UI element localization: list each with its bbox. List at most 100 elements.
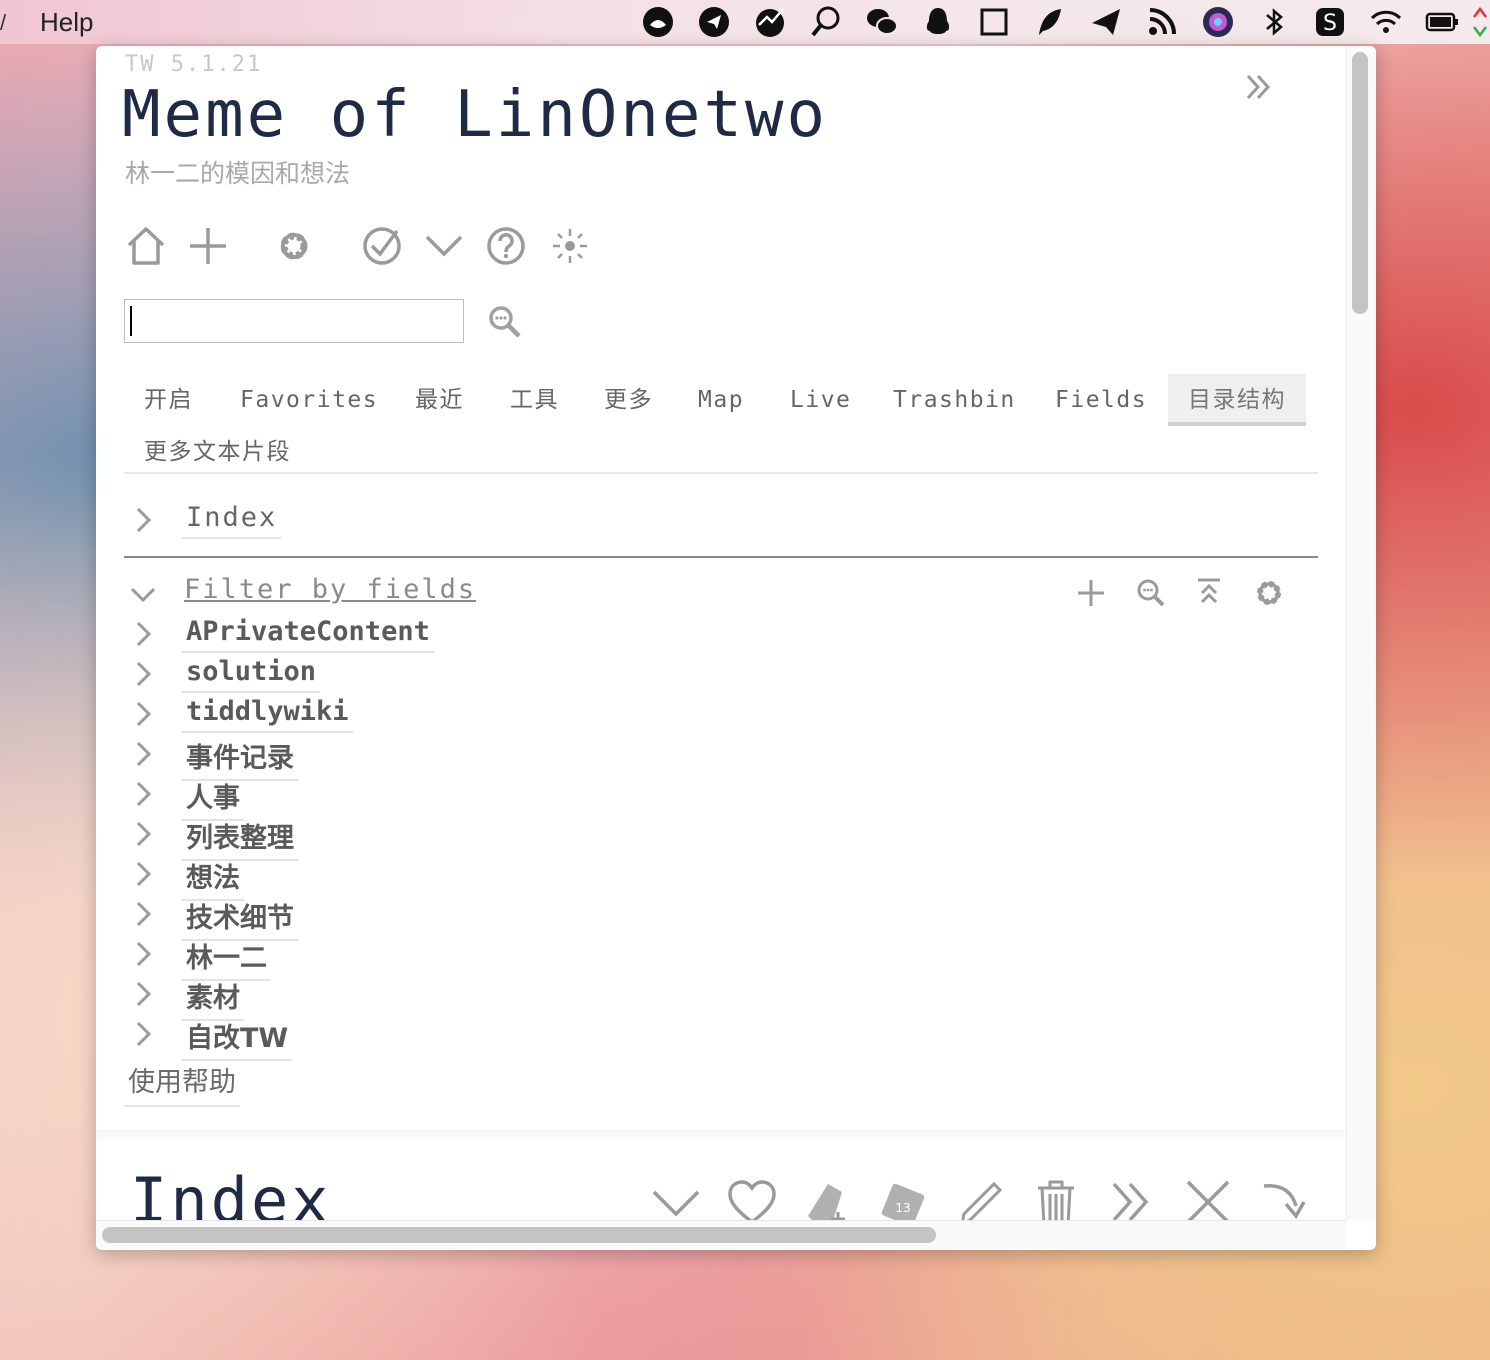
toc-item-row <box>128 814 158 854</box>
app-search-icon[interactable] <box>808 4 844 40</box>
wechat-icon[interactable] <box>864 4 900 40</box>
filter-by-fields-link[interactable]: Filter by fields <box>184 574 476 605</box>
toc-item-row <box>128 934 158 974</box>
chevron-right-icon[interactable] <box>128 659 158 689</box>
collapse-up-icon <box>1198 578 1220 604</box>
chevron-right-icon[interactable] <box>128 939 158 969</box>
tab-more[interactable]: 更多 <box>584 374 673 426</box>
chevron-right-icon[interactable] <box>128 859 158 889</box>
battery-icon[interactable] <box>1424 4 1460 40</box>
tab-table-of-contents[interactable]: 目录结构 <box>1168 374 1306 426</box>
feather-icon[interactable] <box>1032 4 1068 40</box>
tab-open[interactable]: 开启 <box>124 374 213 426</box>
toc-item-link[interactable]: tiddlywiki <box>182 696 353 733</box>
sogou-input-icon[interactable]: S <box>1312 4 1348 40</box>
menu-edge-mark: / <box>0 10 7 35</box>
toc-item-link[interactable]: 林一二 <box>182 936 271 981</box>
plus-icon <box>1078 580 1104 606</box>
chevron-right-icon[interactable] <box>128 739 158 769</box>
chevron-right-icon[interactable] <box>128 1019 158 1049</box>
qq-penguin-icon[interactable] <box>920 4 956 40</box>
tab-fields[interactable]: Fields <box>1035 374 1167 426</box>
toc-item-link[interactable]: 人事 <box>182 776 244 821</box>
help-menu[interactable]: Help <box>40 7 93 38</box>
home-button[interactable] <box>124 222 168 270</box>
toc-item-link[interactable]: 列表整理 <box>182 816 298 861</box>
toc-collapse-all-button[interactable] <box>1192 576 1226 610</box>
mailplane-icon[interactable] <box>1088 4 1124 40</box>
double-chevron-right-icon <box>1246 74 1271 100</box>
tab-trashbin[interactable]: Trashbin <box>873 374 1036 426</box>
chevron-right-icon[interactable] <box>128 505 158 535</box>
theme-toggle-button[interactable] <box>548 222 592 270</box>
question-circle-icon <box>487 227 525 265</box>
toc-item-row <box>128 1014 158 1054</box>
tab-map[interactable]: Map <box>678 374 764 426</box>
tab-favorites[interactable]: Favorites <box>220 374 398 426</box>
toc-index-row <box>128 500 158 540</box>
macos-menu-bar: / Help S <box>0 0 1490 44</box>
toc-index-link[interactable]: Index <box>182 502 282 539</box>
toc-item-row <box>128 774 158 814</box>
toc-item-link[interactable]: solution <box>182 656 321 693</box>
tab-recent[interactable]: 最近 <box>395 374 484 426</box>
new-tiddler-button[interactable] <box>186 222 230 270</box>
rss-icon[interactable] <box>1144 4 1180 40</box>
horizontal-scrollbar-thumb[interactable] <box>102 1227 936 1243</box>
index-divider <box>124 556 1318 558</box>
siri-icon[interactable] <box>1200 4 1236 40</box>
vertical-scrollbar-thumb[interactable] <box>1352 52 1368 314</box>
advanced-search-button[interactable] <box>486 303 524 341</box>
circle-check-icon <box>363 227 401 265</box>
hide-sidebar-button[interactable] <box>1242 70 1276 104</box>
wifi-icon[interactable] <box>1368 4 1404 40</box>
chevron-right-icon[interactable] <box>128 899 158 929</box>
toc-item-row <box>128 694 158 734</box>
chevron-down-icon[interactable] <box>128 579 158 609</box>
todo-check-button[interactable] <box>360 222 404 270</box>
toc-filter-row <box>128 574 158 614</box>
chevron-right-icon[interactable] <box>128 819 158 849</box>
toc-item-link[interactable]: APrivateContent <box>182 616 434 653</box>
toc-item-link[interactable]: 想法 <box>182 856 244 901</box>
site-title: Meme of LinOnetwo <box>122 78 829 152</box>
search-icon <box>489 306 521 338</box>
plus-icon <box>190 228 226 264</box>
tab-live[interactable]: Live <box>770 374 871 426</box>
toc-item-link[interactable]: 素材 <box>182 976 244 1021</box>
toc-item-row <box>128 854 158 894</box>
network-traffic-icon[interactable] <box>1470 4 1490 40</box>
toc-item-link[interactable]: 自改TW <box>182 1016 293 1061</box>
svg-text:13: 13 <box>895 1201 910 1215</box>
window-frame-icon[interactable] <box>976 4 1012 40</box>
chevron-right-icon[interactable] <box>128 699 158 729</box>
toc-item-row <box>128 654 158 694</box>
tab-more-snippets[interactable]: 更多文本片段 <box>124 426 311 478</box>
toc-add-button[interactable] <box>1074 576 1108 610</box>
search-input[interactable] <box>124 299 464 343</box>
toc-item-row <box>128 614 158 654</box>
toc-search-button[interactable] <box>1134 576 1168 610</box>
chevron-right-icon[interactable] <box>128 779 158 809</box>
more-dropdown-button[interactable] <box>422 222 466 270</box>
svg-text:S: S <box>1323 11 1337 36</box>
chevron-right-icon[interactable] <box>128 979 158 1009</box>
usage-help-link[interactable]: 使用帮助 <box>124 1060 240 1107</box>
help-button[interactable] <box>484 222 528 270</box>
telegram-icon[interactable] <box>696 4 732 40</box>
gear-icon <box>280 232 308 260</box>
bluetooth-icon[interactable] <box>1256 4 1292 40</box>
cat-app-icon[interactable] <box>640 4 676 40</box>
tabs-divider <box>124 472 1318 474</box>
chevron-down-icon <box>425 235 463 257</box>
stocks-icon[interactable] <box>752 4 788 40</box>
tiddlywiki-window: TW 5.1.21 Meme of LinOnetwo 林一二的模因和想法 开启… <box>96 46 1376 1250</box>
chevron-right-icon[interactable] <box>128 619 158 649</box>
home-icon <box>127 227 165 265</box>
toc-item-link[interactable]: 技术细节 <box>182 896 298 941</box>
toc-settings-button[interactable] <box>1252 576 1286 610</box>
gear-icon <box>1257 581 1281 605</box>
control-panel-button[interactable] <box>272 222 316 270</box>
toc-item-link[interactable]: 事件记录 <box>182 736 298 781</box>
tab-tools[interactable]: 工具 <box>490 374 579 426</box>
